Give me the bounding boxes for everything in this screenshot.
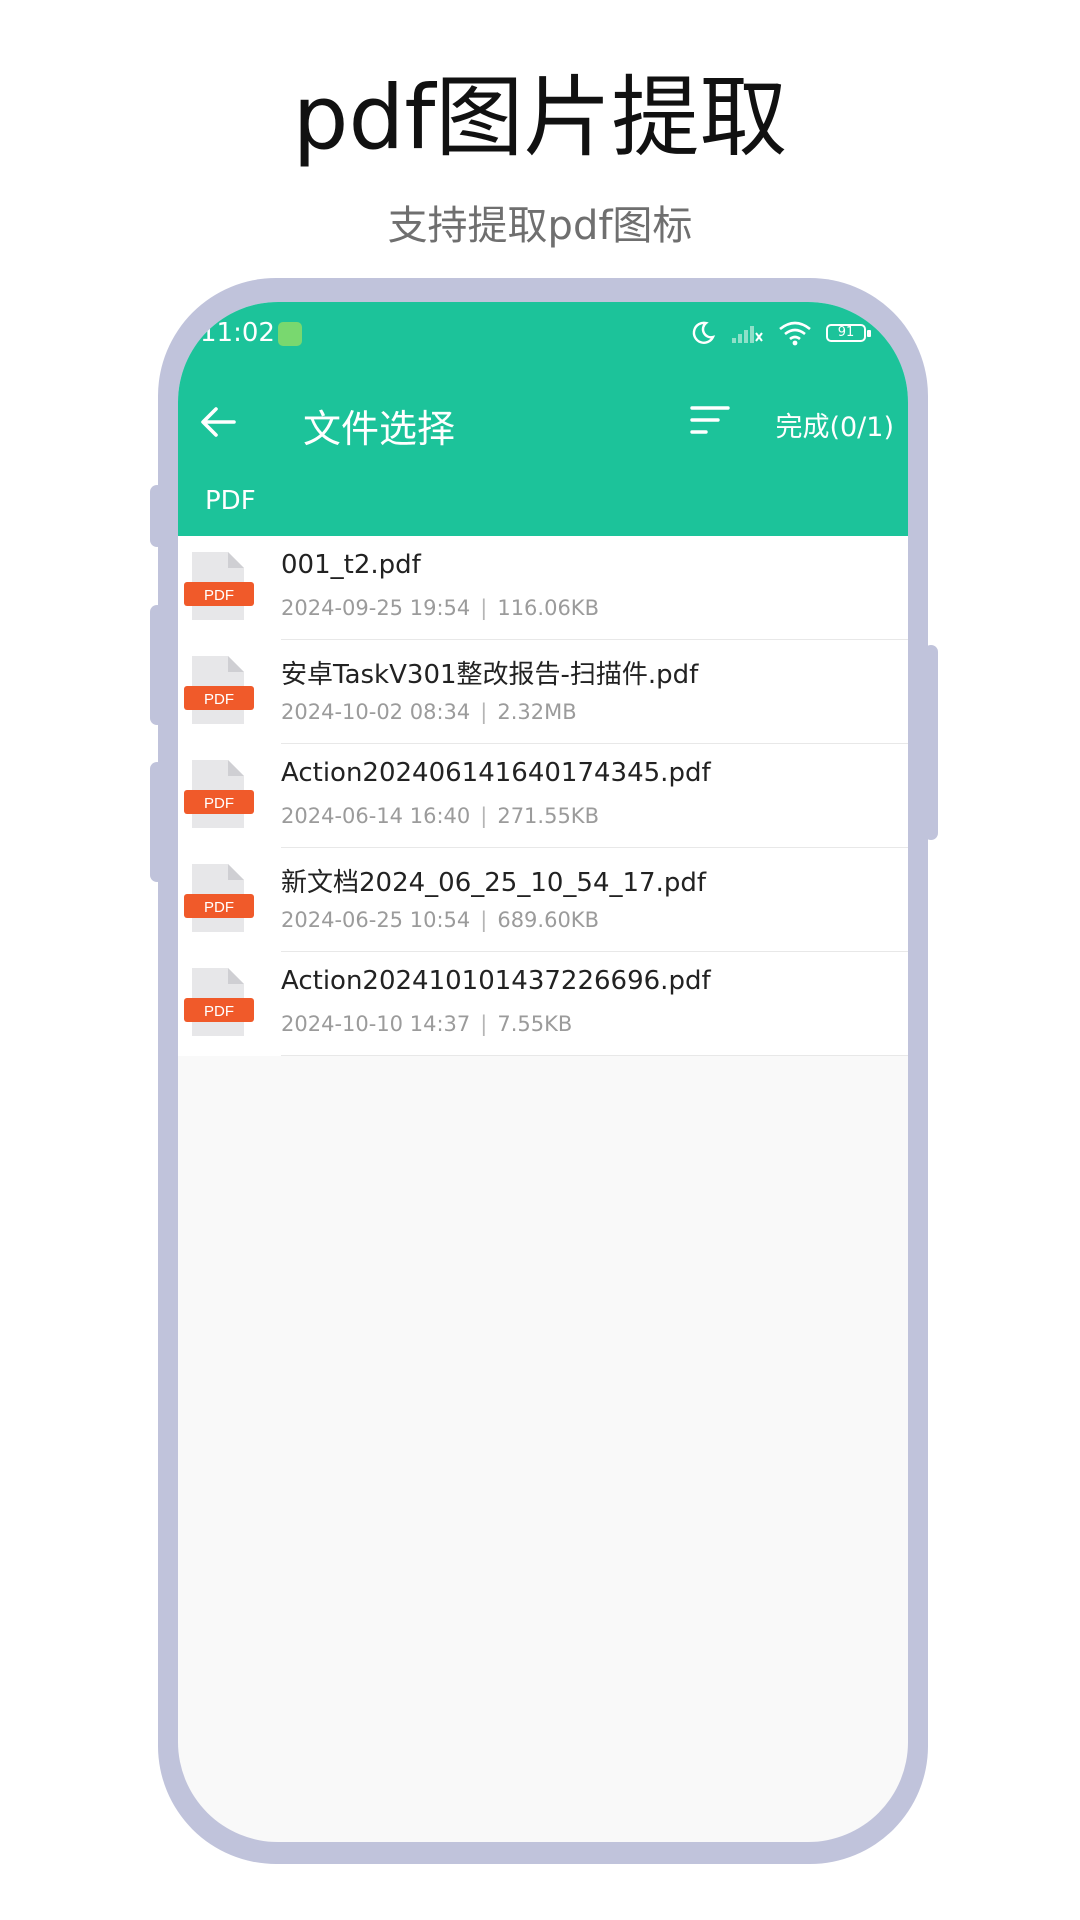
pdf-file-icon: PDF — [184, 552, 254, 620]
pdf-badge-label: PDF — [204, 899, 234, 916]
file-meta: 2024-10-10 14:37 | 7.55KB — [281, 1012, 572, 1036]
file-list-item[interactable]: PDF 新文档2024_06_25_10_54_17.pdf 2024-06-2… — [178, 848, 908, 952]
battery-icon: 91 — [826, 322, 872, 344]
wrench-app-icon — [278, 322, 302, 346]
back-arrow-icon[interactable] — [196, 400, 240, 444]
wifi-icon — [779, 321, 811, 346]
file-meta: 2024-10-02 08:34 | 2.32MB — [281, 700, 577, 724]
phone-side-button-left-1 — [150, 485, 164, 547]
battery-level: 91 — [837, 325, 855, 340]
signal-icon — [732, 326, 763, 343]
file-list-item[interactable]: PDF 安卓TaskV301整改报告-扫描件.pdf 2024-10-02 08… — [178, 640, 908, 744]
file-meta: 2024-06-14 16:40 | 271.55KB — [281, 804, 599, 828]
meta-separator: | — [480, 596, 488, 620]
file-list-item[interactable]: PDF Action202406141640174345.pdf 2024-06… — [178, 744, 908, 848]
phone-side-button-right — [924, 645, 938, 840]
file-list: PDF 001_t2.pdf 2024-09-25 19:54 | 116.06KB… — [178, 536, 908, 1056]
pdf-file-icon: PDF — [184, 864, 254, 932]
file-meta: 2024-09-25 19:54 | 116.06KB — [281, 596, 599, 620]
file-date: 2024-06-14 16:40 — [281, 804, 471, 828]
tab-pdf[interactable]: PDF — [205, 486, 256, 516]
pdf-file-icon: PDF — [184, 760, 254, 828]
pdf-file-icon: PDF — [184, 968, 254, 1036]
moon-icon — [692, 321, 716, 344]
promo-subtitle: 支持提取pdf图标 — [387, 203, 693, 249]
file-size: 116.06KB — [497, 596, 599, 620]
status-time: 11:02 — [200, 318, 275, 348]
pdf-badge-label: PDF — [204, 795, 234, 812]
file-size: 689.60KB — [497, 908, 599, 932]
page-title: 文件选择 — [303, 407, 456, 451]
pdf-badge-label: PDF — [204, 691, 234, 708]
file-date: 2024-06-25 10:54 — [281, 908, 471, 932]
promo-title: pdf图片提取 — [292, 66, 788, 169]
file-name: 001_t2.pdf — [281, 550, 421, 580]
status-icons: 91 — [690, 320, 872, 346]
file-list-item[interactable]: PDF Action202410101437226696.pdf 2024-10… — [178, 952, 908, 1056]
file-size: 271.55KB — [497, 804, 599, 828]
toolbar: 文件选择 完成(0/1) — [178, 372, 908, 472]
row-divider — [281, 1055, 908, 1056]
file-meta: 2024-06-25 10:54 | 689.60KB — [281, 908, 599, 932]
file-date: 2024-09-25 19:54 — [281, 596, 471, 620]
file-name: Action202406141640174345.pdf — [281, 758, 711, 788]
phone-screen: 11:02 91 文件选择 完成(0/1) PDF PDF 001_t2.pdf… — [178, 302, 908, 1842]
sort-icon[interactable] — [688, 400, 734, 440]
phone-side-button-left-3 — [150, 762, 164, 882]
meta-separator: | — [480, 1012, 488, 1036]
phone-side-button-left-2 — [150, 605, 164, 725]
file-size: 2.32MB — [497, 700, 577, 724]
pdf-badge-label: PDF — [204, 1003, 234, 1020]
pdf-badge-label: PDF — [204, 587, 234, 604]
file-date: 2024-10-02 08:34 — [281, 700, 471, 724]
file-list-item[interactable]: PDF 001_t2.pdf 2024-09-25 19:54 | 116.06KB — [178, 536, 908, 640]
done-button[interactable]: 完成(0/1) — [775, 405, 894, 444]
file-size: 7.55KB — [497, 1012, 573, 1036]
tab-strip: PDF — [178, 472, 908, 536]
meta-separator: | — [480, 908, 488, 932]
pdf-file-icon: PDF — [184, 656, 254, 724]
file-name: 新文档2024_06_25_10_54_17.pdf — [281, 868, 707, 898]
status-bar: 11:02 91 — [178, 302, 908, 372]
file-date: 2024-10-10 14:37 — [281, 1012, 471, 1036]
meta-separator: | — [480, 700, 488, 724]
file-name: 安卓TaskV301整改报告-扫描件.pdf — [281, 660, 699, 690]
file-name: Action202410101437226696.pdf — [281, 966, 711, 996]
meta-separator: | — [480, 804, 488, 828]
